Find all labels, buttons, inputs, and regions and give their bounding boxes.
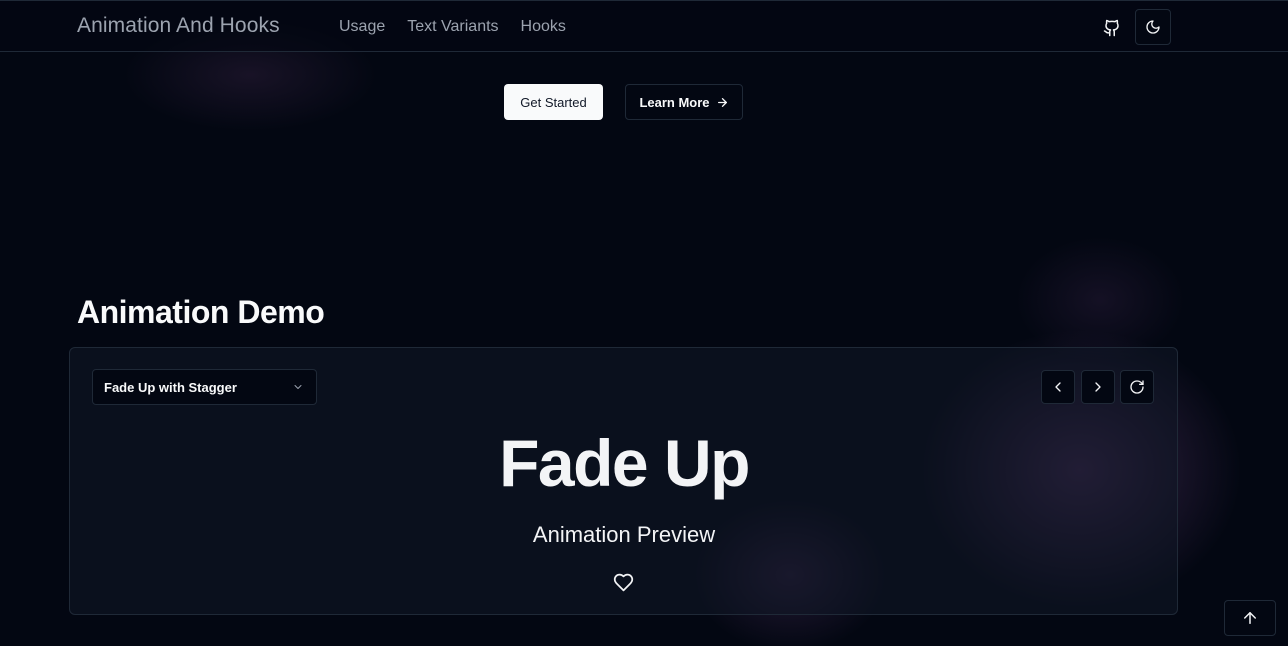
refresh-icon — [1130, 380, 1144, 394]
animation-select[interactable]: Fade Up with Stagger — [92, 369, 317, 405]
animation-select-value: Fade Up with Stagger — [104, 379, 237, 395]
github-icon — [1103, 19, 1119, 37]
get-started-button[interactable]: Get Started — [504, 84, 603, 120]
moon-icon — [1146, 20, 1160, 34]
chevron-left-icon — [1055, 382, 1061, 392]
like-button[interactable] — [612, 571, 634, 593]
preview-subtitle: Animation Preview — [532, 522, 716, 547]
learn-more-label: Learn More — [639, 94, 710, 110]
nav-hooks[interactable]: Hooks — [521, 18, 566, 36]
arrow-up-icon — [1244, 612, 1256, 624]
preview-title: Fade Up — [499, 426, 750, 500]
theme-toggle-button[interactable] — [1135, 9, 1171, 45]
scroll-to-top-button[interactable] — [1224, 600, 1276, 636]
chevron-down-icon — [294, 385, 302, 389]
brand-title[interactable]: Animation And Hooks — [77, 14, 280, 38]
learn-more-button[interactable]: Learn More — [625, 84, 743, 120]
previous-button[interactable] — [1041, 370, 1075, 404]
chevron-right-icon — [1095, 382, 1101, 392]
arrow-right-icon — [717, 97, 727, 107]
main-nav: Usage Text Variants Hooks — [339, 18, 566, 36]
nav-usage[interactable]: Usage — [339, 18, 385, 36]
replay-button[interactable] — [1120, 370, 1154, 404]
section-title: Animation Demo — [77, 294, 325, 330]
next-button[interactable] — [1081, 370, 1115, 404]
heart-icon — [613, 573, 633, 591]
github-button[interactable] — [1099, 15, 1125, 41]
top-navbar: Animation And Hooks Usage Text Variants … — [0, 0, 1288, 52]
nav-text-variants[interactable]: Text Variants — [407, 18, 498, 36]
